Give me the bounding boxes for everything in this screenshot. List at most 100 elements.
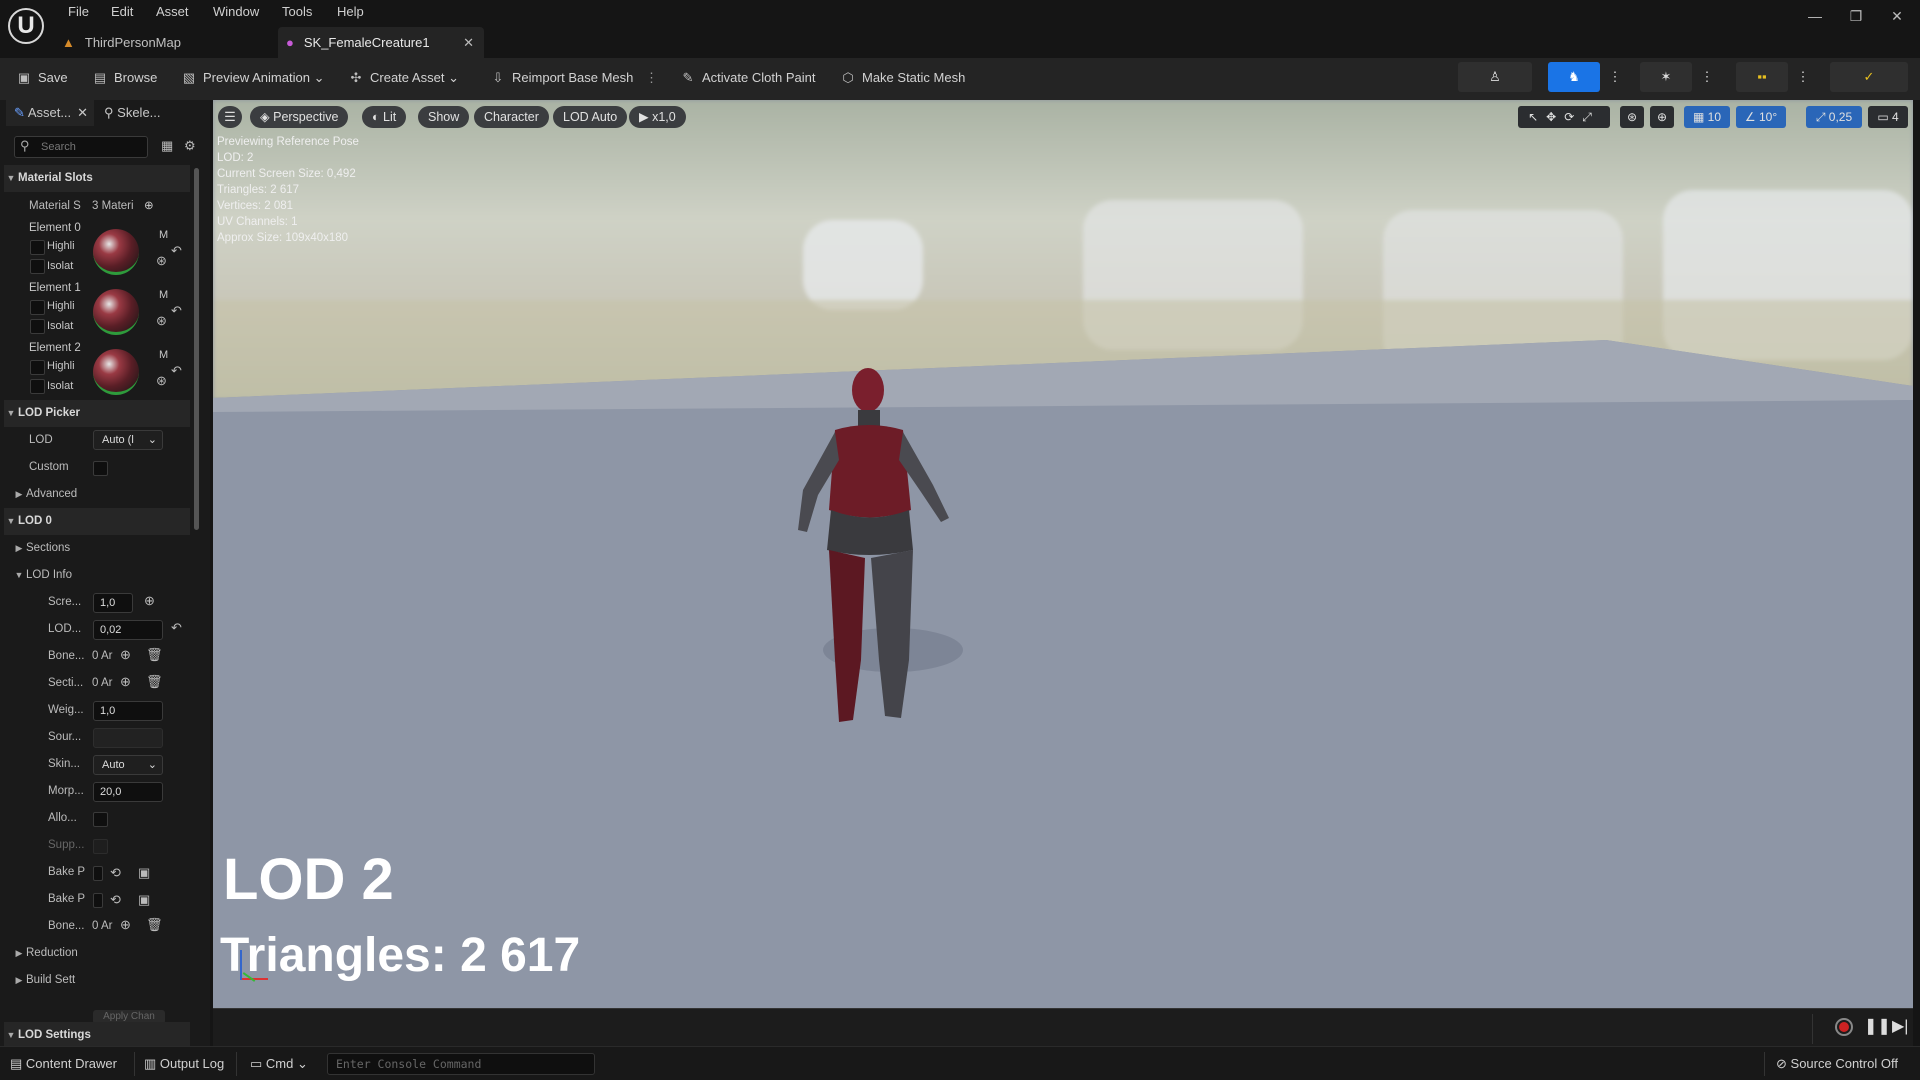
character-button[interactable]: Character xyxy=(474,106,549,128)
reset-arrow-icon[interactable]: ↶ xyxy=(171,303,182,319)
perspective-button[interactable]: ◈ Perspective xyxy=(250,106,349,128)
tab-third-person-map[interactable]: ▲ ThirdPersonMap xyxy=(62,27,272,58)
browse-asset-icon[interactable]: ⊛ xyxy=(156,373,167,389)
menu-tools[interactable]: Tools xyxy=(282,2,312,22)
screen-size-input[interactable]: 1,0 xyxy=(93,593,133,613)
console-command-input[interactable]: Enter Console Command xyxy=(327,1053,595,1075)
table-view-icon[interactable]: ▦ xyxy=(161,138,173,154)
highlight-checkbox[interactable] xyxy=(30,240,45,255)
animation-mode-options-icon[interactable]: ⋮ xyxy=(1696,62,1718,92)
close-tab-icon[interactable]: ✕ xyxy=(77,100,88,126)
skin-cache-dropdown[interactable]: Auto ⌄ xyxy=(93,755,163,775)
camera-speed-button[interactable]: ▭ 4 xyxy=(1868,106,1908,128)
angle-snap-button[interactable]: ∠ 10° xyxy=(1736,106,1786,128)
animation-mode-button[interactable]: ✶ xyxy=(1640,62,1692,92)
highlight-checkbox[interactable] xyxy=(30,360,45,375)
material-thumbnail[interactable] xyxy=(93,289,139,335)
pause-button[interactable]: ❚❚ xyxy=(1864,1016,1891,1036)
search-input[interactable]: Search xyxy=(14,136,148,158)
isolate-checkbox[interactable] xyxy=(30,319,45,334)
menu-window[interactable]: Window xyxy=(213,2,259,22)
add-icon[interactable]: ⊕ xyxy=(120,647,131,663)
character-mesh[interactable] xyxy=(773,360,1013,760)
menu-file[interactable]: File xyxy=(68,2,89,22)
material-name[interactable]: M xyxy=(159,229,168,241)
add-icon[interactable]: ⊕ xyxy=(120,674,131,690)
scale-snap-button[interactable]: ⤢ 0,25 xyxy=(1806,106,1862,128)
lod-hysteresis-input[interactable]: 0,02 xyxy=(93,620,163,640)
rotate-icon[interactable]: ⟳ xyxy=(1564,110,1582,124)
trash-icon[interactable]: 🗑 xyxy=(146,647,163,663)
content-drawer-button[interactable]: ▤ Content Drawer xyxy=(10,1052,117,1076)
blueprint-mode-button[interactable]: ▪▪ xyxy=(1736,62,1788,92)
add-icon[interactable]: ⊕ xyxy=(144,193,154,220)
browse-asset-icon[interactable]: ⊛ xyxy=(156,253,167,269)
menu-help[interactable]: Help xyxy=(337,2,364,22)
playback-speed-button[interactable]: ▶ x1,0 xyxy=(629,106,686,128)
record-button[interactable] xyxy=(1835,1018,1853,1036)
menu-edit[interactable]: Edit xyxy=(111,2,133,22)
custom-checkbox[interactable] xyxy=(93,461,108,476)
more-options-icon[interactable]: ⋮ xyxy=(645,64,658,92)
minimize-icon[interactable]: — xyxy=(1799,6,1831,26)
scrollbar-thumb[interactable] xyxy=(194,168,199,530)
menu-asset[interactable]: Asset xyxy=(156,2,189,22)
reimport-base-mesh-button[interactable]: ⇩ Reimport Base Mesh xyxy=(490,64,634,92)
section-lod-picker[interactable]: ▼ LOD Picker xyxy=(4,400,190,427)
output-log-button[interactable]: ▥ Output Log xyxy=(144,1052,224,1076)
settings-gear-icon[interactable]: ⚙ xyxy=(184,138,196,154)
lod-dropdown[interactable]: Auto (l ⌄ xyxy=(93,430,163,450)
animation-timeline[interactable] xyxy=(213,1008,1913,1046)
source-control-button[interactable]: ⊘ Source Control Off xyxy=(1776,1052,1898,1076)
section-material-slots[interactable]: ▼ Material Slots xyxy=(4,165,190,192)
world-local-icon[interactable]: ⊕ xyxy=(1650,106,1674,128)
cmd-dropdown[interactable]: ▭ Cmd ⌄ xyxy=(250,1052,308,1076)
browse-button[interactable]: ▤ Browse xyxy=(92,64,158,92)
mesh-mode-button[interactable]: ♞ xyxy=(1548,62,1600,92)
step-forward-button[interactable]: ▶| xyxy=(1892,1016,1908,1036)
bake-pose-field[interactable] xyxy=(93,866,103,881)
browse-folder-icon[interactable]: ▣ xyxy=(138,892,150,908)
reset-arrow-icon[interactable]: ↶ xyxy=(171,620,182,636)
weight-input[interactable]: 1,0 xyxy=(93,701,163,721)
surface-snap-icon[interactable]: ⊛ xyxy=(1620,106,1644,128)
section-lod-settings[interactable]: ▼ LOD Settings xyxy=(4,1022,190,1049)
close-window-icon[interactable]: ✕ xyxy=(1881,6,1913,26)
allow-checkbox[interactable] xyxy=(93,812,108,827)
advanced-row[interactable]: ▶ Advanced xyxy=(4,481,190,508)
create-asset-button[interactable]: ✣ Create Asset ⌄ xyxy=(348,64,459,92)
unreal-logo-icon[interactable]: U xyxy=(8,8,44,44)
show-button[interactable]: Show xyxy=(418,106,470,128)
add-icon[interactable]: ⊕ xyxy=(144,593,155,609)
lit-button[interactable]: ◐ Lit xyxy=(362,106,407,128)
restore-icon[interactable]: ❐ xyxy=(1840,6,1872,26)
use-selected-icon[interactable]: ⟲ xyxy=(110,865,121,881)
reset-arrow-icon[interactable]: ↶ xyxy=(171,243,182,259)
material-name[interactable]: M xyxy=(159,349,168,361)
material-thumbnail[interactable] xyxy=(93,229,139,275)
build-settings-row[interactable]: ▶ Build Sett xyxy=(4,967,190,994)
skeleton-mode-button[interactable]: ♙ xyxy=(1458,62,1532,92)
lod-info-row[interactable]: ▼ LOD Info xyxy=(4,562,190,589)
material-thumbnail[interactable] xyxy=(93,349,139,395)
trash-icon[interactable]: 🗑 xyxy=(146,674,163,690)
activate-cloth-paint-button[interactable]: ✎ Activate Cloth Paint xyxy=(680,64,816,92)
reset-arrow-icon[interactable]: ↶ xyxy=(171,363,182,379)
sections-row[interactable]: ▶ Sections xyxy=(4,535,190,562)
highlight-checkbox[interactable] xyxy=(30,300,45,315)
close-tab-icon[interactable]: ✕ xyxy=(463,27,474,58)
preview-animation-button[interactable]: ▧ Preview Animation ⌄ xyxy=(181,64,325,92)
section-lod-0[interactable]: ▼ LOD 0 xyxy=(4,508,190,535)
viewport[interactable] xyxy=(213,100,1913,1008)
save-button[interactable]: ▣ Save xyxy=(16,64,68,92)
browse-folder-icon[interactable]: ▣ xyxy=(138,865,150,881)
isolate-checkbox[interactable] xyxy=(30,379,45,394)
tab-asset-details[interactable]: ✎ Asset... ✕ xyxy=(6,100,94,126)
reduction-row[interactable]: ▶ Reduction xyxy=(4,940,190,967)
make-static-mesh-button[interactable]: ⬡ Make Static Mesh xyxy=(840,64,965,92)
material-name[interactable]: M xyxy=(159,289,168,301)
scale-icon[interactable]: ⤢ xyxy=(1582,110,1600,124)
move-icon[interactable]: ✥ xyxy=(1546,110,1564,124)
viewport-menu-icon[interactable]: ☰ xyxy=(218,106,242,128)
isolate-checkbox[interactable] xyxy=(30,259,45,274)
